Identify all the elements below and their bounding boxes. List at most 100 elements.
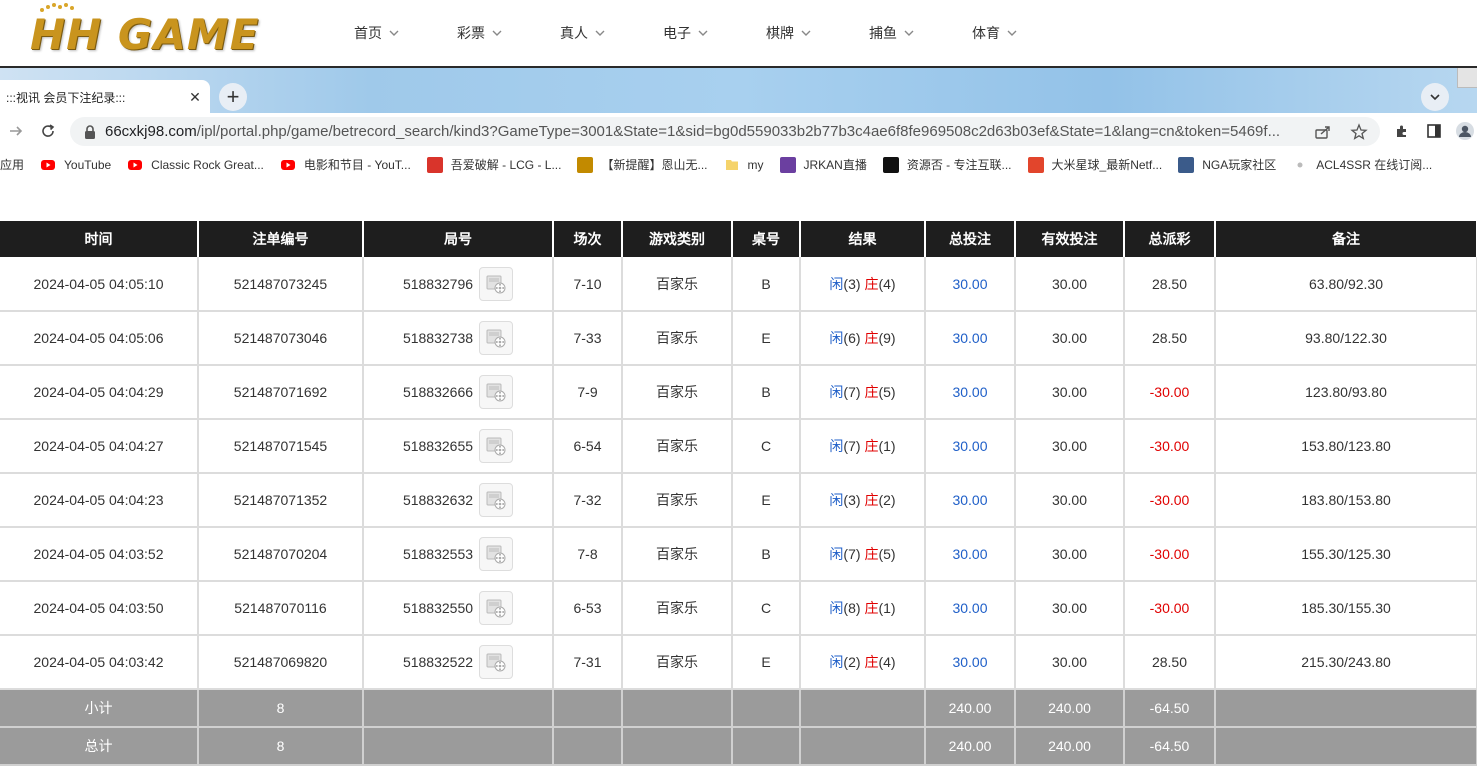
- bookmark-label: 吾爱破解 - LCG - L...: [450, 158, 562, 172]
- bookmark-label: 资源否 - 专注互联...: [906, 158, 1012, 172]
- cell-time: 2024-04-05 04:05:10: [0, 257, 199, 312]
- player-label: 闲: [829, 654, 844, 670]
- browser-tab-active[interactable]: :::视讯 会员下注纪录::: ✕: [0, 80, 210, 115]
- cell-table-no: C: [732, 581, 801, 636]
- summary-payout: -64.50: [1124, 727, 1216, 766]
- cell-payout: 28.50: [1124, 257, 1216, 312]
- bookmark-item[interactable]: 大米星球_最新Netf...: [1027, 153, 1162, 177]
- summary-valid-bet: 240.00: [1015, 689, 1125, 728]
- column-header: 场次: [553, 221, 623, 257]
- bookmark-item[interactable]: 电影和节目 - YouT...: [280, 153, 411, 177]
- cell-note: 153.80/123.80: [1215, 419, 1477, 474]
- video-replay-icon[interactable]: [479, 591, 514, 625]
- nav-item-slots[interactable]: 电子: [663, 0, 766, 66]
- forward-icon[interactable]: [6, 121, 26, 141]
- cell-table-no: E: [732, 473, 801, 528]
- extensions-icon[interactable]: [1392, 121, 1412, 141]
- bet-record-table-wrap: 时间 注单编号 局号 场次 游戏类别 桌号 结果 总投注 有效投注 总派彩 备注 2024-04-0…: [0, 221, 1477, 766]
- address-bar[interactable]: 66cxkj98.com/ipl/portal.php/game/betreco…: [70, 117, 1380, 146]
- cell-session: 7-31: [553, 635, 623, 690]
- table-row: 2024-04-05 04:04:29 521487071692 518832666…: [0, 365, 1477, 420]
- cell-note: 63.80/92.30: [1215, 257, 1477, 312]
- chevron-down-icon: [389, 30, 399, 36]
- url-text[interactable]: 66cxkj98.com/ipl/portal.php/game/betreco…: [105, 123, 1280, 140]
- new-tab-button[interactable]: +: [219, 83, 247, 111]
- bookmark-item[interactable]: YouTube: [40, 153, 111, 177]
- nav-item-sports[interactable]: 体育: [972, 0, 1075, 66]
- video-replay-icon[interactable]: [479, 321, 514, 355]
- cell-note: 215.30/243.80: [1215, 635, 1477, 690]
- reload-icon[interactable]: [38, 121, 58, 141]
- summary-empty: [732, 689, 801, 728]
- close-icon[interactable]: ✕: [188, 90, 202, 104]
- cell-bet-id: 521487070116: [198, 581, 364, 636]
- chevron-down-icon: [801, 30, 811, 36]
- site-logo[interactable]: HH GAME: [30, 2, 300, 66]
- jrkan-icon: [779, 156, 796, 173]
- summary-empty: [732, 727, 801, 766]
- share-icon[interactable]: [1314, 123, 1332, 141]
- video-replay-icon[interactable]: [479, 537, 514, 571]
- column-header: 局号: [363, 221, 554, 257]
- banker-label: 庄: [864, 275, 879, 292]
- bookmark-star-icon[interactable]: [1350, 123, 1368, 141]
- bookmark-item[interactable]: 【新提醒】恩山无...: [577, 153, 708, 177]
- video-replay-icon[interactable]: [479, 266, 514, 301]
- bookmark-item[interactable]: 资源否 - 专注互联...: [882, 153, 1012, 177]
- bookmark-item[interactable]: NGA玩家社区: [1178, 153, 1276, 177]
- video-replay-icon[interactable]: [479, 429, 514, 463]
- cell-note: 183.80/153.80: [1215, 473, 1477, 528]
- bookmark-item[interactable]: 应用: [0, 153, 24, 177]
- github-icon: [882, 156, 899, 173]
- cell-valid-bet: 30.00: [1015, 527, 1125, 582]
- video-replay-icon[interactable]: [479, 375, 514, 409]
- cell-bet-id: 521487071692: [198, 365, 364, 420]
- bookmark-label: 应用: [0, 158, 25, 172]
- cell-game-type: 百家乐: [622, 257, 733, 312]
- side-panel-icon[interactable]: [1424, 121, 1444, 141]
- banker-label: 庄: [864, 330, 879, 346]
- cell-session: 6-54: [553, 419, 623, 474]
- nav-item-lottery[interactable]: 彩票: [457, 0, 560, 66]
- player-score: (3): [843, 492, 861, 508]
- tab-search-button[interactable]: [1421, 83, 1449, 111]
- profile-avatar-icon[interactable]: [1455, 121, 1475, 141]
- table-row: 2024-04-05 04:04:23 521487071352 518832632…: [0, 473, 1477, 528]
- table-row: 2024-04-05 04:04:27 521487071545 518832655…: [0, 419, 1477, 474]
- video-replay-icon[interactable]: [479, 645, 514, 679]
- cell-valid-bet: 30.00: [1015, 581, 1125, 636]
- table-header-row: 时间 注单编号 局号 场次 游戏类别 桌号 结果 总投注 有效投注 总派彩 备注: [0, 221, 1477, 257]
- browser-window: :::视讯 会员下注纪录::: ✕ + 66cxkj98.com/ipl/por…: [0, 66, 1477, 180]
- cell-session: 7-9: [553, 365, 623, 420]
- cell-valid-bet: 30.00: [1015, 635, 1125, 690]
- youtube-icon: [41, 159, 56, 170]
- nav-item-cards[interactable]: 棋牌: [766, 0, 869, 66]
- banker-score: (1): [878, 438, 896, 454]
- bookmark-item[interactable]: 吾爱破解 - LCG - L...: [426, 153, 562, 177]
- summary-empty: [1215, 689, 1477, 728]
- summary-empty: [363, 689, 554, 728]
- window-corner-button[interactable]: [1457, 68, 1477, 88]
- bookmark-item[interactable]: ACL4SSR 在线订阅...: [1292, 153, 1432, 177]
- column-header: 结果: [800, 221, 926, 257]
- column-header: 总投注: [925, 221, 1016, 257]
- player-label: 闲: [829, 546, 844, 562]
- player-label: 闲: [829, 330, 844, 346]
- nav-item-live[interactable]: 真人: [560, 0, 663, 66]
- lock-icon[interactable]: [84, 125, 96, 139]
- cell-valid-bet: 30.00: [1015, 365, 1125, 420]
- cell-game-type: 百家乐: [622, 419, 733, 474]
- bookmark-label: my: [747, 157, 764, 172]
- cell-bet-id: 521487073245: [198, 257, 364, 312]
- bookmark-item[interactable]: JRKAN直播: [779, 153, 867, 177]
- cell-valid-bet: 30.00: [1015, 419, 1125, 474]
- cell-total-bet: 30.00: [925, 527, 1016, 582]
- player-score: (6): [843, 330, 861, 346]
- video-replay-icon[interactable]: [479, 483, 514, 517]
- nav-item-home[interactable]: 首页: [354, 0, 457, 66]
- cell-game-type: 百家乐: [622, 365, 733, 420]
- bookmark-item[interactable]: my: [724, 153, 764, 177]
- bookmark-item[interactable]: Classic Rock Great...: [127, 153, 264, 177]
- banker-label: 庄: [864, 654, 879, 670]
- nav-item-fishing[interactable]: 捕鱼: [869, 0, 972, 66]
